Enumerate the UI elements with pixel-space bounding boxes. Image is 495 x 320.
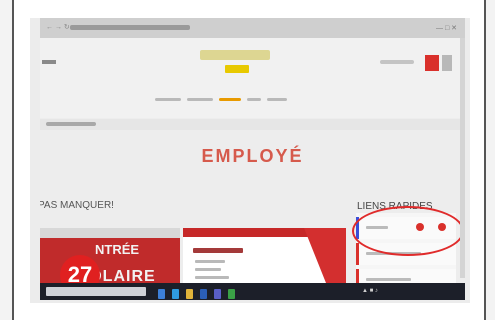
- menu-toggle[interactable]: [42, 60, 56, 64]
- app-icon[interactable]: [228, 289, 235, 299]
- page-title: EMPLOYÉ: [201, 146, 304, 166]
- file-explorer-icon[interactable]: [186, 289, 193, 299]
- section-title-left: PAS MANQUER!: [40, 200, 114, 211]
- photo-of-monitor: ← → ↻ — □ ✕ EMPLOYÉ PAS MANQUER! LIENS R…: [30, 18, 470, 303]
- menu-item[interactable]: [187, 98, 213, 101]
- windows-start-icon[interactable]: [158, 289, 165, 299]
- header-link[interactable]: [380, 60, 414, 64]
- site-logo[interactable]: [200, 50, 270, 60]
- left-page-margin: [0, 0, 14, 320]
- browser-toolbar: ← → ↻ — □ ✕: [40, 18, 465, 38]
- close-icon[interactable]: — □ ✕: [436, 24, 457, 32]
- menu-item[interactable]: [155, 98, 181, 101]
- right-page-margin: [484, 0, 495, 320]
- card-title-line1: NTRÉE: [95, 242, 140, 257]
- hand-drawn-highlight-circle: [352, 206, 464, 256]
- breadcrumb-link[interactable]: [46, 122, 96, 126]
- menu-item[interactable]: [247, 98, 261, 101]
- windows-taskbar: ▲ ■ ♪: [40, 283, 465, 300]
- card-text-line: [195, 276, 229, 279]
- teams-icon[interactable]: [214, 289, 221, 299]
- monitor-screen: ← → ↻ — □ ✕ EMPLOYÉ PAS MANQUER! LIENS R…: [40, 18, 465, 300]
- breadcrumb: [40, 119, 465, 130]
- scrollbar[interactable]: [460, 38, 465, 278]
- word-icon[interactable]: [200, 289, 207, 299]
- main-menu: [155, 88, 330, 101]
- header-red-button[interactable]: [425, 55, 439, 71]
- system-tray[interactable]: ▲ ■ ♪: [362, 288, 378, 294]
- card-text-line: [195, 268, 221, 271]
- menu-item-active[interactable]: [219, 98, 241, 101]
- address-bar[interactable]: [70, 25, 190, 30]
- quick-link-color-bar: [356, 243, 359, 265]
- header-grey-button[interactable]: [442, 55, 452, 71]
- card-text-line: [195, 260, 225, 263]
- card-image-band: [40, 228, 180, 238]
- menu-item[interactable]: [267, 98, 287, 101]
- edge-icon[interactable]: [172, 289, 179, 299]
- back-arrow-icon[interactable]: ← → ↻: [46, 23, 70, 31]
- card-heading: [193, 248, 243, 253]
- taskbar-search-input[interactable]: [46, 287, 146, 296]
- taskbar-app-icons: [158, 286, 242, 303]
- quick-link-label: [366, 278, 411, 281]
- site-logo-badge: [225, 65, 249, 73]
